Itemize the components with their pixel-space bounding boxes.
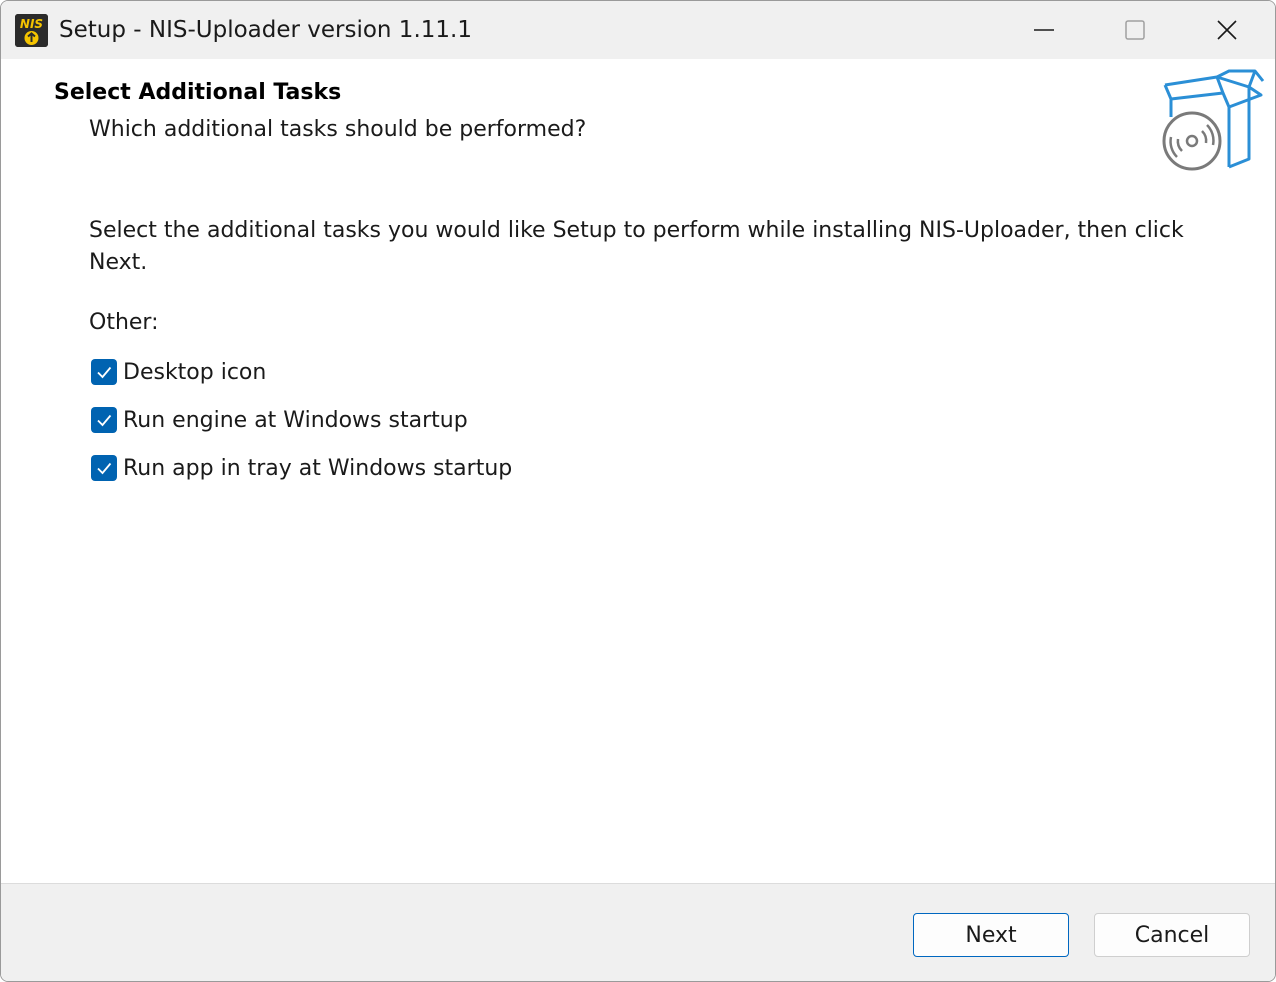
minimize-icon xyxy=(1034,29,1054,31)
task-label: Run engine at Windows startup xyxy=(123,407,468,433)
checkmark-icon xyxy=(97,366,112,379)
checkmark-icon xyxy=(97,414,112,427)
maximize-button[interactable] xyxy=(1089,1,1181,59)
task-run-engine-startup[interactable]: Run engine at Windows startup xyxy=(91,405,468,435)
title-bar[interactable]: NIS Setup - NIS-Uploader version 1.11.1 xyxy=(1,1,1275,59)
task-label: Run app in tray at Windows startup xyxy=(123,455,513,481)
maximize-icon xyxy=(1125,20,1145,40)
page-subtitle: Which additional tasks should be perform… xyxy=(89,117,587,142)
window-title: Setup - NIS-Uploader version 1.11.1 xyxy=(59,17,472,43)
close-button[interactable] xyxy=(1181,1,1273,59)
svg-text:NIS: NIS xyxy=(20,17,43,31)
task-run-app-tray-startup[interactable]: Run app in tray at Windows startup xyxy=(91,453,512,483)
close-icon xyxy=(1217,20,1237,40)
setup-window: NIS Setup - NIS-Uploader version 1.11.1 … xyxy=(0,0,1276,982)
task-desktop-icon[interactable]: Desktop icon xyxy=(91,357,266,387)
page-title: Select Additional Tasks xyxy=(54,80,342,105)
app-icon: NIS xyxy=(15,14,48,47)
minimize-button[interactable] xyxy=(998,1,1090,59)
checkbox-checked[interactable] xyxy=(91,407,117,433)
wizard-footer: Next Cancel xyxy=(1,883,1275,981)
checkbox-checked[interactable] xyxy=(91,455,117,481)
task-label: Desktop icon xyxy=(123,359,267,385)
next-button[interactable]: Next xyxy=(913,913,1069,957)
checkmark-icon xyxy=(97,462,112,475)
task-description: Select the additional tasks you would li… xyxy=(89,218,1184,275)
install-box-icon xyxy=(1162,69,1265,171)
checkbox-checked[interactable] xyxy=(91,359,117,385)
cancel-button[interactable]: Cancel xyxy=(1094,913,1250,957)
group-label-other: Other: xyxy=(89,310,159,335)
